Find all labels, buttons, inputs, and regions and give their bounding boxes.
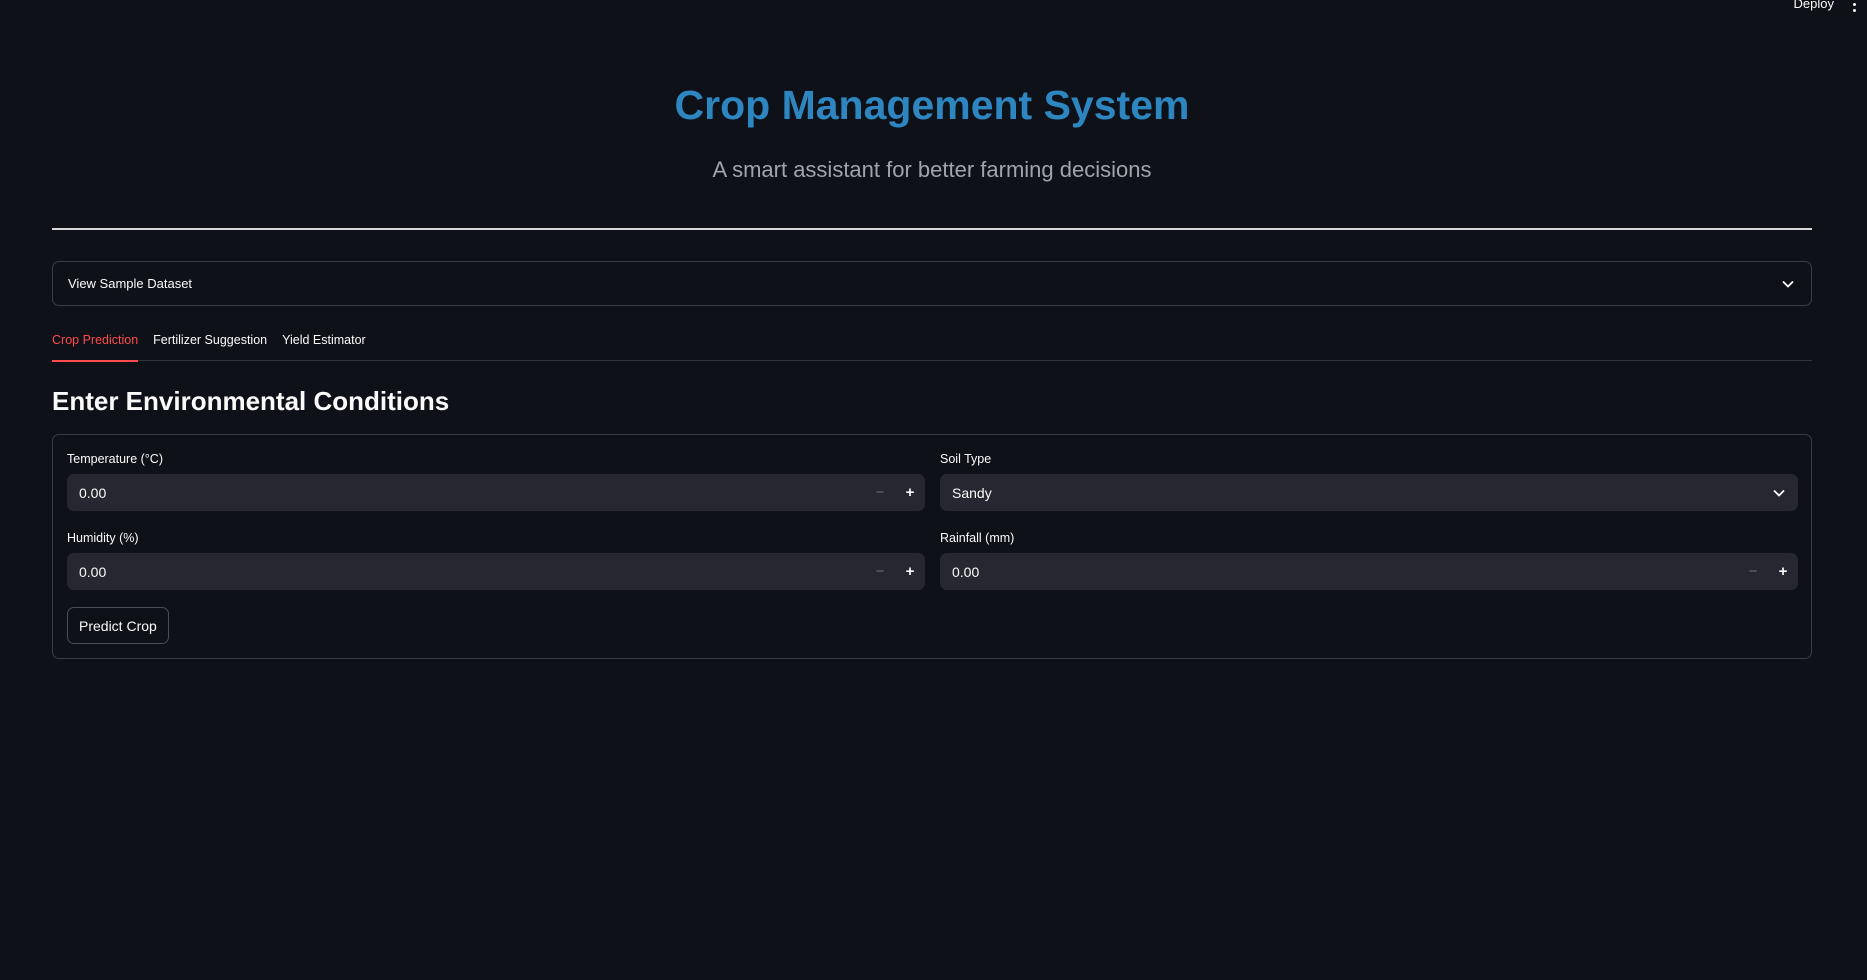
tab-bar: Crop Prediction Fertilizer Suggestion Yi…	[52, 320, 1812, 362]
tab-crop-prediction[interactable]: Crop Prediction	[52, 320, 139, 362]
section-heading: Enter Environmental Conditions	[52, 386, 450, 416]
sample-dataset-expander[interactable]: View Sample Dataset	[52, 261, 1812, 306]
rainfall-input-box: 0.00 − +	[940, 553, 1798, 590]
rainfall-label: Rainfall (mm)	[940, 531, 1015, 545]
tab-fertilizer-suggestion[interactable]: Fertilizer Suggestion	[153, 320, 267, 361]
temperature-field: Temperature (°C) 0.00 − +	[67, 452, 925, 511]
humidity-field: Humidity (%) 0.00 − +	[67, 531, 925, 590]
main-menu-icon[interactable]	[1849, 0, 1859, 13]
deploy-button[interactable]: Deploy	[1794, 0, 1834, 11]
tab-yield-estimator[interactable]: Yield Estimator	[282, 320, 366, 361]
rainfall-decrement-button[interactable]: −	[1738, 553, 1768, 590]
temperature-increment-button[interactable]: +	[895, 474, 925, 511]
divider	[52, 228, 1812, 230]
chevron-down-icon	[1760, 474, 1798, 511]
humidity-increment-button[interactable]: +	[895, 553, 925, 590]
prediction-form: Temperature (°C) 0.00 − + Soil Type Sand…	[52, 434, 1812, 659]
rainfall-input[interactable]: 0.00	[940, 564, 1738, 580]
temperature-input[interactable]: 0.00	[67, 485, 865, 501]
top-toolbar: Deploy	[0, 0, 1867, 14]
page-subtitle: A smart assistant for better farming dec…	[712, 157, 1152, 182]
page-title: Crop Management System	[674, 82, 1190, 128]
rainfall-field: Rainfall (mm) 0.00 − +	[940, 531, 1798, 590]
rainfall-increment-button[interactable]: +	[1768, 553, 1798, 590]
soil-type-selected-value: Sandy	[952, 484, 992, 501]
expander-label: View Sample Dataset	[68, 276, 193, 291]
soil-type-label: Soil Type	[940, 452, 992, 466]
humidity-decrement-button[interactable]: −	[865, 553, 895, 590]
predict-crop-button[interactable]: Predict Crop	[67, 607, 169, 644]
humidity-input-box: 0.00 − +	[67, 553, 925, 590]
temperature-label: Temperature (°C)	[67, 452, 163, 466]
soil-type-select[interactable]: Sandy	[940, 474, 1798, 511]
temperature-decrement-button[interactable]: −	[865, 474, 895, 511]
humidity-label: Humidity (%)	[67, 531, 139, 545]
humidity-input[interactable]: 0.00	[67, 564, 865, 580]
chevron-down-icon	[1780, 276, 1796, 292]
soil-type-field: Soil Type Sandy	[940, 452, 1798, 511]
temperature-input-box: 0.00 − +	[67, 474, 925, 511]
